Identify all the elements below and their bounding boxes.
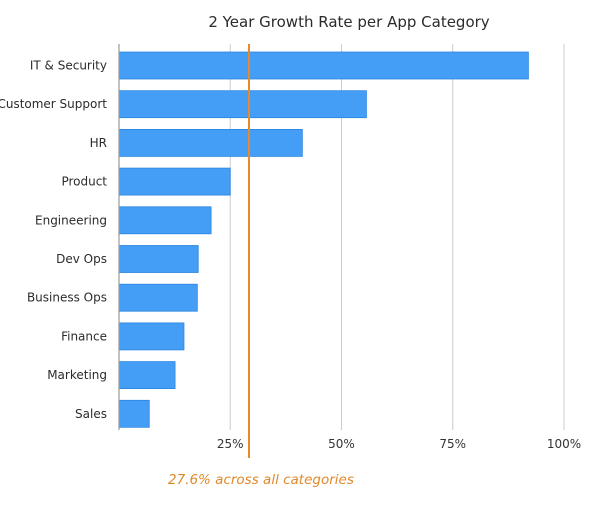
x-tick-labels: 25% 50% 75% 100% [217,437,581,451]
bar-chart: 2 Year Growth Rate per App Category IT &… [0,13,581,488]
bar [118,128,303,157]
bar [118,283,198,312]
category-label: HR [90,136,107,150]
bar [118,167,231,196]
category-label: Engineering [35,213,107,227]
x-tick-label: 25% [217,437,244,451]
bar [118,361,176,390]
category-label: Business Ops [27,291,107,305]
category-label: Finance [61,329,107,343]
bar [118,90,367,119]
x-tick-label: 50% [328,437,355,451]
bars [118,51,529,428]
x-tick-label: 75% [439,437,466,451]
category-label: IT & Security [30,59,107,73]
bar [118,245,199,273]
x-tick-label: 100% [547,437,581,451]
category-label: Product [61,175,107,189]
category-label: Customer Support [0,97,107,111]
category-label: Marketing [47,368,107,382]
chart-title: 2 Year Growth Rate per App Category [208,13,489,31]
bar [118,322,185,351]
category-labels: IT & Security Customer Support HR Product En… [0,59,107,421]
reference-line-label: 27.6% across all categories [168,472,354,488]
bar [118,399,150,428]
bar [118,51,529,80]
category-label: Dev Ops [56,252,107,266]
bar [118,206,212,235]
category-label: Sales [75,407,107,421]
